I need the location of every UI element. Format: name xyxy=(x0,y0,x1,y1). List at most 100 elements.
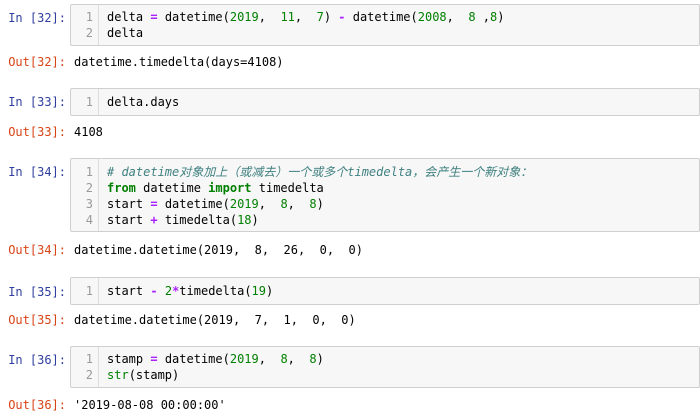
code-input[interactable]: 1 start - 2*timedelta(19) xyxy=(70,277,700,305)
code-token: import xyxy=(208,181,252,195)
input-prompt: In [36]: xyxy=(8,353,66,367)
cell-output: datetime.datetime(2019, 7, 1, 0, 0) xyxy=(74,313,356,327)
code-token: timedelta( xyxy=(179,284,252,298)
code-line: stamp = datetime(2019, 8, 8) xyxy=(107,351,324,367)
code-token: datetime( xyxy=(345,10,418,24)
code-token: 11 xyxy=(280,10,295,24)
code-token: timedelta( xyxy=(157,213,238,227)
code-token: ) xyxy=(316,197,324,211)
code-token: - xyxy=(338,10,346,24)
code-token: , xyxy=(258,352,281,366)
code-line: delta = datetime(2019, 11, 7) - datetime… xyxy=(107,9,505,25)
output-prompt: Out[33]: xyxy=(8,125,66,139)
code-token: 2008 xyxy=(417,10,447,24)
input-prompt: In [32]: xyxy=(8,11,66,25)
line-number: 1 xyxy=(85,352,93,366)
line-number: 2 xyxy=(85,26,93,40)
code-input[interactable]: 1 2 stamp = datetime(2019, 8, 8) str(sta… xyxy=(70,346,700,388)
code-token: , xyxy=(475,10,491,24)
code-token: from xyxy=(107,181,136,195)
line-number: 1 xyxy=(85,10,93,24)
line-number: 1 xyxy=(85,95,93,109)
code-token: = xyxy=(150,10,158,24)
code-token: 8 xyxy=(309,197,317,211)
line-number-gutter: 1 2 3 4 xyxy=(71,159,99,231)
code-token: 2019 xyxy=(229,197,259,211)
code-line: start + timedelta(18) xyxy=(107,212,259,228)
code-token: 8 xyxy=(468,10,476,24)
cell-output: datetime.timedelta(days=4108) xyxy=(74,55,284,69)
line-number: 2 xyxy=(85,181,93,195)
cell-output: datetime.datetime(2019, 8, 26, 0, 0) xyxy=(74,243,363,257)
code-token: timedelta xyxy=(251,181,324,195)
code-line: str(stamp) xyxy=(107,367,179,383)
input-prompt: In [35]: xyxy=(8,285,66,299)
code-token: ) xyxy=(251,213,259,227)
code-line: delta xyxy=(107,25,143,41)
code-token: = xyxy=(150,197,158,211)
output-prompt: Out[35]: xyxy=(8,313,66,327)
line-number-gutter: 1 2 xyxy=(71,347,99,387)
output-prompt: Out[34]: xyxy=(8,243,66,257)
code-token: delta xyxy=(107,26,144,40)
output-prompt: Out[36]: xyxy=(8,398,66,412)
output-prompt: Out[32]: xyxy=(8,55,66,69)
code-token: = xyxy=(150,352,158,366)
code-line: delta.days xyxy=(107,94,179,110)
code-token: 8 xyxy=(280,352,288,366)
code-token: start xyxy=(107,197,151,211)
code-token: , xyxy=(287,197,310,211)
code-token: , xyxy=(258,10,281,24)
code-token: 7 xyxy=(316,10,324,24)
code-line: start - 2*timedelta(19) xyxy=(107,283,273,299)
code-token: + xyxy=(150,213,158,227)
line-number: 4 xyxy=(85,213,93,227)
code-token: 8 xyxy=(280,197,288,211)
code-input[interactable]: 1 2 3 4 # datetime对象加上（或减去）一个或多个timedelt… xyxy=(70,158,700,232)
code-token: 2019 xyxy=(229,10,259,24)
input-prompt: In [33]: xyxy=(8,95,66,109)
line-number: 3 xyxy=(85,197,93,211)
code-token: str xyxy=(107,368,129,382)
cell-output: '2019-08-08 00:00:00' xyxy=(74,398,226,412)
code-token: , xyxy=(294,10,317,24)
code-token: datetime xyxy=(135,181,209,195)
code-input[interactable]: 1 2 delta = datetime(2019, 11, 7) - date… xyxy=(70,4,700,46)
code-token: datetime( xyxy=(157,10,230,24)
input-prompt: In [34]: xyxy=(8,165,66,179)
code-comment: # datetime对象加上（或减去）一个或多个timedelta，会产生一个新… xyxy=(107,164,532,180)
code-token: start xyxy=(107,284,151,298)
line-number-gutter: 1 xyxy=(71,89,99,115)
code-token: - xyxy=(150,284,158,298)
code-token: 2019 xyxy=(229,352,259,366)
code-token: ) xyxy=(497,10,505,24)
code-token: 8 xyxy=(309,352,317,366)
code-token: , xyxy=(258,197,281,211)
code-token: datetime( xyxy=(157,197,230,211)
code-token: , xyxy=(446,10,469,24)
code-token: delta xyxy=(107,10,151,24)
line-number: 1 xyxy=(85,284,93,298)
code-token: delta.days xyxy=(107,95,180,109)
code-token: 2 xyxy=(164,284,173,298)
line-number-gutter: 1 2 xyxy=(71,5,99,45)
code-token: (stamp) xyxy=(128,368,180,382)
code-line: from datetime import timedelta xyxy=(107,180,324,196)
line-number: 2 xyxy=(85,368,93,382)
code-input[interactable]: 1 delta.days xyxy=(70,88,700,116)
code-token: 19 xyxy=(251,284,266,298)
code-token: ) xyxy=(316,352,324,366)
code-line: start = datetime(2019, 8, 8) xyxy=(107,196,324,212)
line-number-gutter: 1 xyxy=(71,278,99,304)
code-token: ) xyxy=(266,284,274,298)
cell-output: 4108 xyxy=(74,125,103,139)
line-number: 1 xyxy=(85,165,93,179)
code-token: , xyxy=(287,352,310,366)
code-token: start xyxy=(107,213,151,227)
code-token: datetime( xyxy=(157,352,230,366)
code-token: 18 xyxy=(237,213,252,227)
code-token: ) xyxy=(323,10,339,24)
code-token: # datetime对象加上（或减去）一个或多个timedelta，会产生一个新… xyxy=(107,165,533,179)
code-token: stamp xyxy=(107,352,151,366)
